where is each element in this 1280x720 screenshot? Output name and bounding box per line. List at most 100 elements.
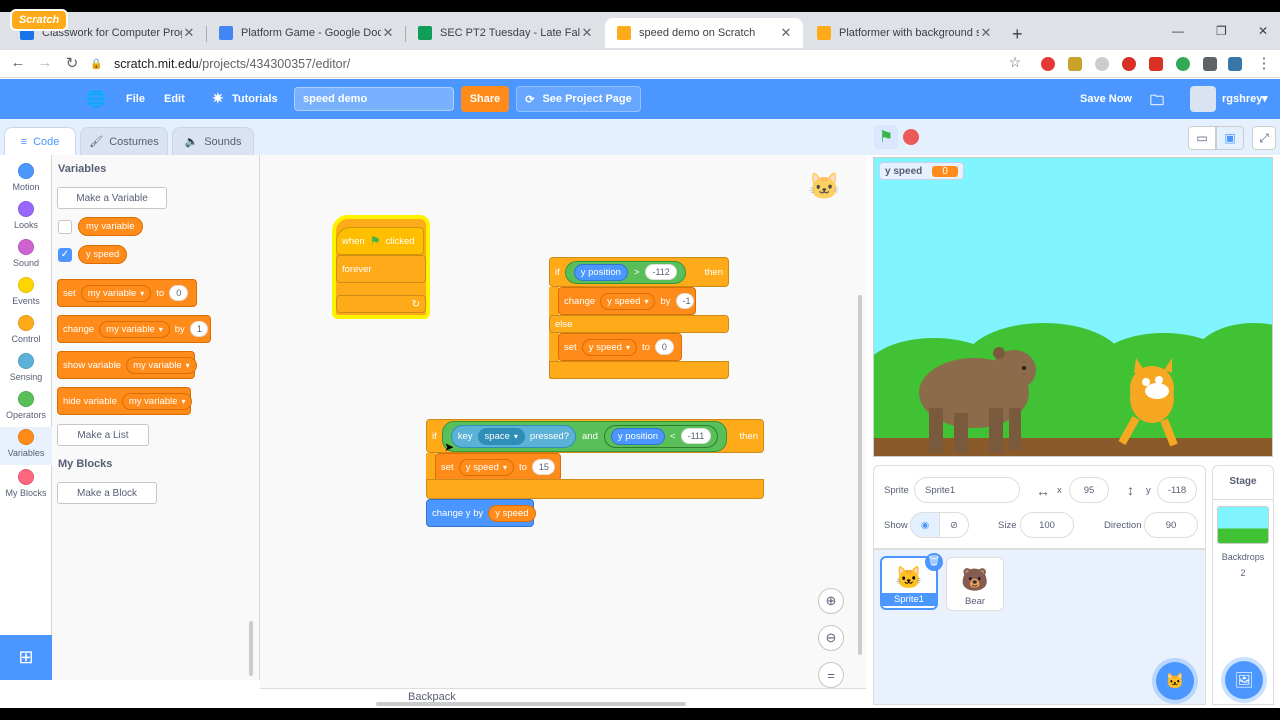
variable-dropdown[interactable]: y speed	[600, 292, 656, 310]
my-variable-reporter[interactable]: my variable	[78, 217, 143, 236]
value-input[interactable]: -112	[645, 264, 677, 280]
when-flag-clicked-hat[interactable]: when ⚑ clicked	[336, 227, 424, 255]
puzzle-extensions-icon[interactable]	[1203, 57, 1217, 71]
y-speed-checkbox[interactable]: ✓	[58, 248, 72, 262]
set-y-speed-block[interactable]: set y speed to 0	[558, 333, 682, 361]
tab-sounds[interactable]: 🔈 Sounds	[172, 127, 254, 155]
change-y-speed-block[interactable]: change y speed by -1	[558, 287, 696, 315]
zoom-reset-icon[interactable]: =	[818, 662, 844, 688]
category-operators[interactable]: Operators	[0, 391, 52, 420]
less-than-operator[interactable]: y position < -111	[603, 424, 719, 448]
chevron-down-icon[interactable]: ▾	[1262, 92, 1268, 105]
palette-scrollbar[interactable]	[249, 621, 253, 676]
extension-icon[interactable]	[1176, 57, 1190, 71]
variable-dropdown[interactable]: my variable	[121, 392, 193, 410]
maximize-icon[interactable]: ❐	[1216, 24, 1227, 38]
workspace-vertical-scrollbar[interactable]	[858, 295, 862, 655]
show-eye-icon[interactable]: ◉	[910, 512, 940, 538]
forever-block[interactable]: forever	[336, 255, 426, 283]
tab-code[interactable]: ≡ Code	[4, 127, 76, 155]
category-control[interactable]: Control	[0, 315, 52, 344]
category-motion[interactable]: Motion	[0, 163, 52, 192]
category-sensing[interactable]: Sensing	[0, 353, 52, 382]
browser-tab-sec-pt2[interactable]: SEC PT2 Tuesday - Late Fall 2020 ✕	[406, 18, 604, 48]
close-window-icon[interactable]: ✕	[1258, 24, 1268, 38]
hide-eye-icon[interactable]: ⊘	[939, 512, 969, 538]
scratch-logo[interactable]: Scratch	[10, 9, 68, 31]
tab-costumes[interactable]: 🖌 Costumes	[80, 127, 168, 155]
zoom-in-icon[interactable]: ⊕	[818, 588, 844, 614]
delete-sprite-icon[interactable]: 🗑	[925, 553, 943, 571]
see-project-page-button[interactable]: ⟳ See Project Page	[516, 86, 641, 112]
workspace-horizontal-scrollbar[interactable]	[376, 702, 686, 706]
normal-stage-icon[interactable]: ▣	[1216, 126, 1244, 150]
variable-dropdown[interactable]: y speed	[458, 458, 514, 476]
backdrop-thumbnail[interactable]	[1217, 506, 1269, 544]
variable-dropdown[interactable]: my variable	[126, 356, 197, 374]
add-backdrop-icon[interactable]: 🖼	[1225, 661, 1263, 699]
close-tab-icon[interactable]: ✕	[779, 25, 793, 41]
edit-menu[interactable]: Edit	[164, 93, 185, 105]
extension-icon[interactable]	[1122, 57, 1136, 71]
close-tab-icon[interactable]: ✕	[580, 25, 594, 41]
change-y-by-block[interactable]: change y by y speed	[426, 499, 536, 527]
variable-dropdown[interactable]: my variable	[99, 320, 170, 338]
y-speed-reporter[interactable]: y speed	[78, 245, 128, 264]
browser-tab-platformer[interactable]: Platformer with background swit ✕	[805, 18, 1003, 48]
forward-arrow-icon[interactable]: →	[35, 54, 55, 71]
green-flag-icon[interactable]: ⚑	[874, 125, 898, 149]
y-input[interactable]: -118	[1157, 477, 1197, 503]
browser-menu-icon[interactable]: ⋮	[1254, 54, 1274, 72]
y-position-reporter[interactable]: y position	[610, 427, 666, 445]
language-globe-icon[interactable]: 🌐	[86, 89, 106, 109]
size-input[interactable]: 100	[1020, 512, 1074, 538]
zoom-out-icon[interactable]: ⊖	[818, 625, 844, 651]
js-extension-icon[interactable]	[1068, 57, 1082, 71]
greater-than-operator[interactable]: y position > -112	[564, 260, 686, 284]
x-input[interactable]: 95	[1069, 477, 1109, 503]
stop-sign-icon[interactable]	[903, 129, 919, 145]
direction-input[interactable]: 90	[1144, 512, 1198, 538]
y-speed-reporter[interactable]: y speed	[488, 504, 536, 522]
close-tab-icon[interactable]: ✕	[182, 25, 196, 41]
category-events[interactable]: Events	[0, 277, 52, 306]
value-input[interactable]: -111	[680, 428, 712, 444]
if-key-pressed-block[interactable]: if key space pressed? and y position < -…	[426, 419, 764, 453]
stage-canvas[interactable]	[873, 157, 1273, 457]
value-input[interactable]: -1	[675, 293, 694, 309]
value-input[interactable]: 1	[189, 321, 208, 337]
add-extension-icon[interactable]: ⊞	[0, 635, 52, 680]
make-list-button[interactable]: Make a List	[57, 424, 149, 446]
category-variables[interactable]: Variables	[0, 427, 52, 465]
value-input[interactable]: 0	[654, 339, 674, 355]
close-tab-icon[interactable]: ✕	[381, 25, 395, 41]
minimize-icon[interactable]: —	[1172, 24, 1184, 38]
bookmark-star-icon[interactable]: ☆	[1005, 54, 1025, 71]
sprite-tile-bear[interactable]: 🐻 Bear	[946, 557, 1004, 611]
share-button[interactable]: Share	[461, 86, 509, 112]
new-tab-icon[interactable]: +	[1012, 24, 1023, 45]
variable-dropdown[interactable]: my variable	[80, 284, 152, 302]
add-sprite-icon[interactable]: 🐱	[1156, 662, 1194, 700]
my-stuff-folder-icon[interactable]: 🗀	[1150, 90, 1164, 114]
avatar[interactable]	[1190, 86, 1216, 112]
extension-icon[interactable]	[1149, 57, 1163, 71]
extension-icon[interactable]	[1095, 57, 1109, 71]
set-y-speed-block[interactable]: set y speed to 15	[435, 453, 561, 481]
script-workspace[interactable]: 🐱 when ⚑ clicked forever ↻ if y position…	[260, 155, 866, 690]
python-extension-icon[interactable]	[1228, 57, 1242, 71]
browser-tab-speed-demo[interactable]: speed demo on Scratch ✕	[605, 18, 803, 48]
make-block-button[interactable]: Make a Block	[57, 482, 157, 504]
variable-dropdown[interactable]: y speed	[581, 338, 637, 356]
change-variable-block[interactable]: change my variable by 1	[57, 315, 211, 343]
category-sound[interactable]: Sound	[0, 239, 52, 268]
tutorials-menu[interactable]: Tutorials	[232, 93, 278, 105]
project-title-input[interactable]: speed demo	[294, 87, 454, 111]
browser-tab-platform-game[interactable]: Platform Game - Google Docs ✕	[207, 18, 405, 48]
y-speed-monitor[interactable]: y speed 0	[879, 162, 964, 180]
username-menu[interactable]: rgshrey	[1222, 93, 1262, 105]
adblock-extension-icon[interactable]	[1041, 57, 1055, 71]
small-stage-icon[interactable]: ▭	[1188, 126, 1216, 150]
show-variable-block[interactable]: show variable my variable	[57, 351, 197, 379]
url-field[interactable]: 🔒 scratch.mit.edu /projects/434300357/ed…	[90, 53, 1030, 75]
